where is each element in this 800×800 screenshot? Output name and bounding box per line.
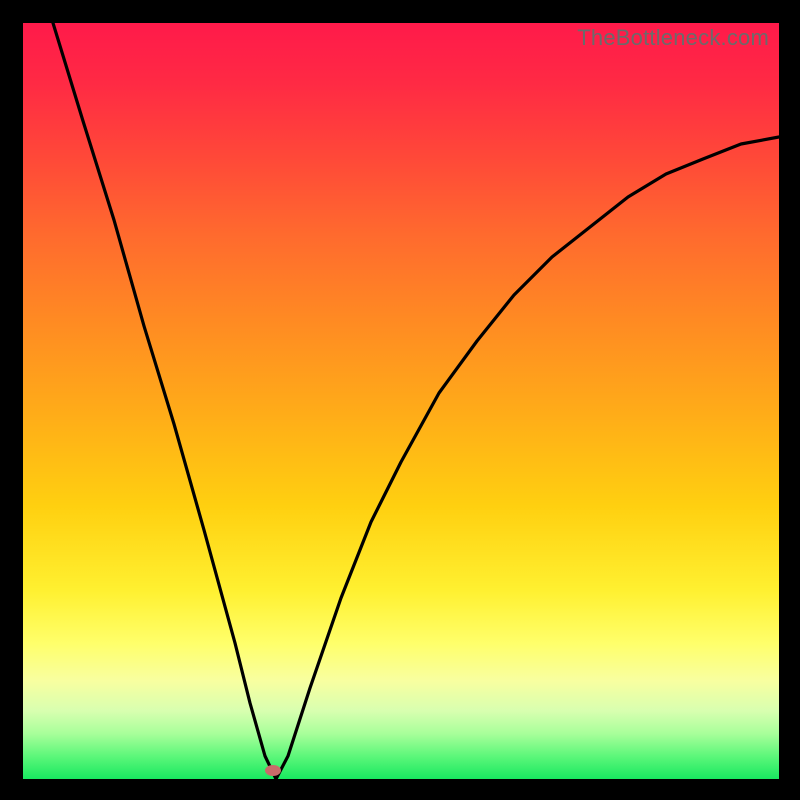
- plot-area: TheBottleneck.com: [23, 23, 779, 779]
- watermark-text: TheBottleneck.com: [577, 25, 769, 51]
- curve-path: [53, 23, 779, 779]
- bottleneck-curve: [23, 23, 779, 779]
- optimal-marker: [265, 765, 281, 776]
- chart-frame: TheBottleneck.com: [0, 0, 800, 800]
